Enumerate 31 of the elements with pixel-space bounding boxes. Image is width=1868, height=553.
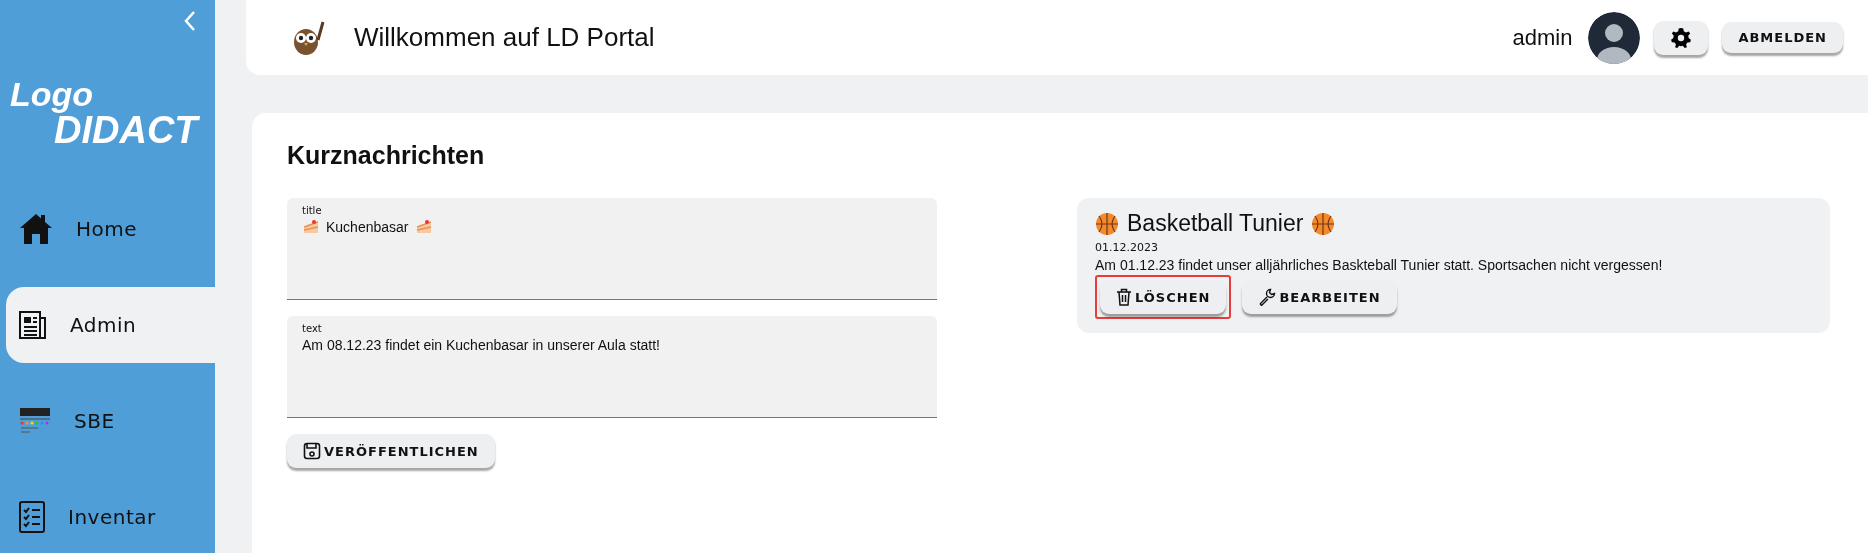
settings-icon [1670, 26, 1693, 49]
news-date: 01.12.2023 [1095, 241, 1159, 254]
nav-item[interactable]: Inventar [0, 479, 215, 553]
basketball-icon [1095, 211, 1119, 236]
nav-item[interactable]: Home [0, 191, 215, 267]
nav-item[interactable]: Admin [6, 287, 215, 363]
action-button[interactable]: BEARBEITEN [1242, 280, 1397, 314]
trash-icon [1116, 288, 1132, 306]
home-icon [18, 212, 54, 246]
news-title: Basketball Tunier [1127, 210, 1304, 237]
cake-icon [414, 219, 433, 235]
settings-button[interactable] [1654, 20, 1709, 55]
checklist-icon [18, 500, 46, 534]
logout-button[interactable]: ABMELDEN [1722, 22, 1843, 53]
input-field[interactable]: title Kuchenbasar [287, 198, 937, 300]
newspaper-icon [18, 310, 48, 340]
cake-icon [302, 219, 320, 235]
publish-button[interactable]: VERÖFFENTLICHEN [287, 434, 495, 468]
page-title: Willkommen auf LD Portal [354, 22, 655, 53]
avatar-icon[interactable] [1588, 11, 1641, 64]
action-button[interactable]: LÖSCHEN [1100, 280, 1227, 314]
news-text: Am 01.12.23 findet unser alljährliches Baskteball Tunier statt. Sportsachen nicht vergessen! [1095, 257, 1664, 273]
basketball-icon [1311, 211, 1336, 236]
sbe-logo-icon [18, 406, 52, 436]
input-field[interactable]: text Am 08.12.23 findet ein Kuchenbasar in unserer Aula statt! [287, 316, 937, 418]
logo: Logo DIDACT [9, 74, 201, 149]
user-name: admin [1512, 24, 1573, 51]
nav-item[interactable]: SBE [0, 383, 215, 459]
wrench-icon [1258, 288, 1277, 306]
chevron-left-icon[interactable] [183, 10, 197, 32]
section-heading: Kurznachrichten [287, 141, 486, 170]
